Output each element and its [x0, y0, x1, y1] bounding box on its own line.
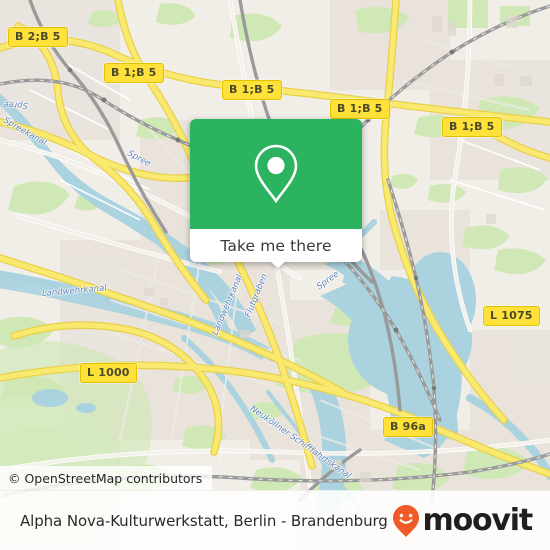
route-shield: L 1075 — [483, 306, 540, 326]
moovit-smiley-pin-icon — [392, 504, 419, 537]
route-shield: L 1000 — [80, 363, 137, 383]
callout-icon-area — [190, 119, 362, 229]
route-shield: B 1;B 5 — [104, 63, 164, 83]
moovit-wordmark: moovit — [422, 502, 534, 538]
route-shield: B 1;B 5 — [222, 80, 282, 100]
callout-pointer-tail — [269, 260, 287, 268]
route-shield: B 96a — [383, 417, 433, 437]
osm-attribution[interactable]: © OpenStreetMap contributors — [0, 466, 213, 490]
route-shield: B 1;B 5 — [330, 99, 390, 119]
place-title: Alpha Nova-Kulturwerkstatt, Berlin - Bra… — [20, 511, 388, 530]
take-me-there-button[interactable]: Take me there — [190, 229, 362, 262]
route-shield: B 1;B 5 — [442, 117, 502, 137]
take-me-there-label: Take me there — [220, 236, 332, 255]
moovit-logo[interactable]: moovit — [391, 502, 534, 538]
map-pin-icon — [254, 144, 298, 204]
route-shield: B 2;B 5 — [8, 27, 68, 47]
footer-bar: Alpha Nova-Kulturwerkstatt, Berlin - Bra… — [0, 490, 550, 550]
location-callout-card[interactable]: Take me there — [190, 119, 362, 262]
moovit-map-screenshot: B 2;B 5 B 1;B 5 B 1;B 5 B 1;B 5 B 1;B 5 L 107… — [0, 0, 550, 550]
osm-attribution-text: © OpenStreetMap contributors — [8, 470, 203, 486]
